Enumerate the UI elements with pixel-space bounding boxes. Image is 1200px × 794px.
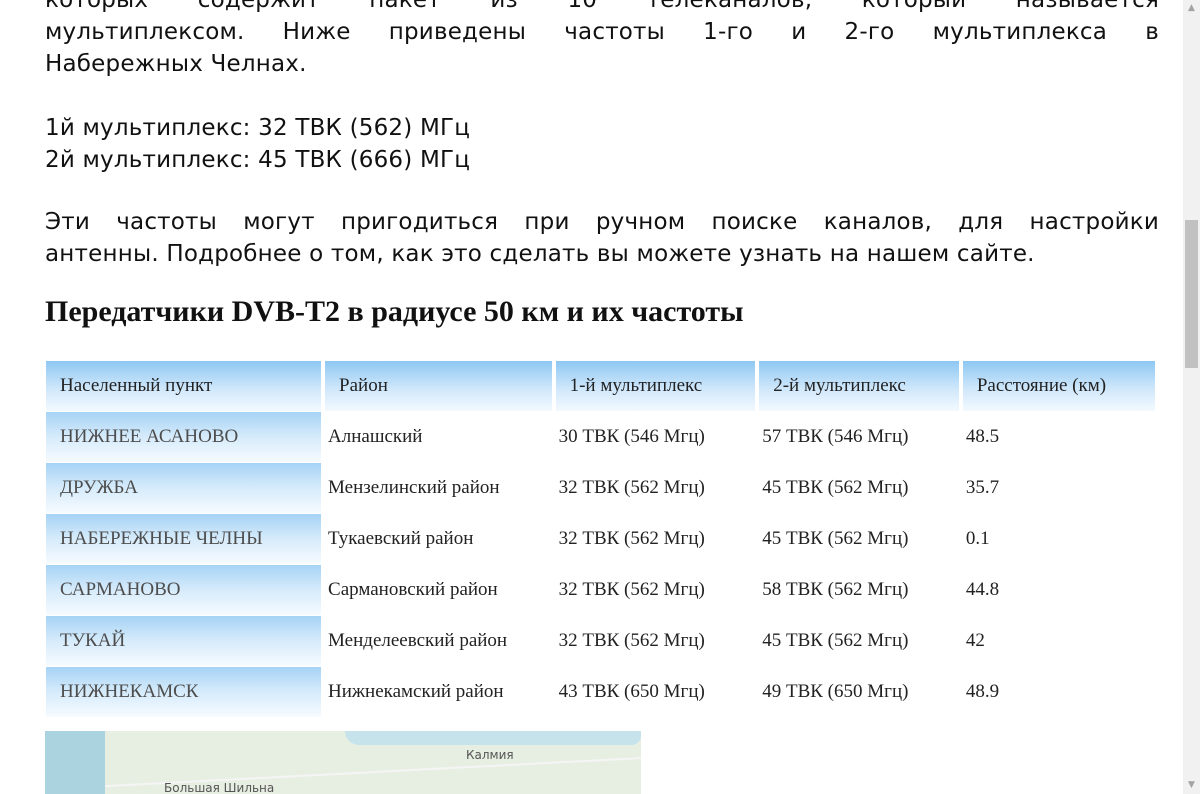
- intro-paragraph: которых содержит пакет из 10 телеканалов…: [45, 0, 1159, 80]
- section-heading: Передатчики DVB-T2 в радиусе 50 км и их …: [45, 295, 744, 328]
- map-water: [45, 731, 105, 794]
- mux1-cell: 32 ТВК (562 Мгц): [558, 630, 705, 651]
- town-link[interactable]: НИЖНЕКАМСК: [46, 667, 326, 717]
- header-town: Населенный пункт: [46, 361, 326, 411]
- table-row: НАБЕРЕЖНЫЕ ЧЕЛНЫ Тукаевский район 32 ТВК…: [46, 514, 1159, 564]
- town-link[interactable]: ДРУЖБА: [46, 463, 326, 513]
- distance-cell: 35.7: [965, 477, 1000, 498]
- table-row: ДРУЖБА Мензелинский район 32 ТВК (562 Мг…: [46, 463, 1159, 513]
- mux2-cell: 45 ТВК (562 Мгц): [762, 528, 909, 549]
- table-row: САРМАНОВО Сармановский район 32 ТВК (562…: [46, 565, 1159, 615]
- header-district: Район: [325, 361, 556, 411]
- town-link[interactable]: НИЖНЕЕ АСАНОВО: [46, 412, 326, 462]
- mux1-cell: 32 ТВК (562 Мгц): [558, 528, 705, 549]
- multiplex-list: 1й мультиплекс: 32 ТВК (562) МГц 2й муль…: [45, 112, 470, 176]
- vertical-scrollbar[interactable]: ▲ ▼: [1183, 0, 1200, 794]
- table-header-row: Населенный пункт Район 1-й мультиплекс 2…: [46, 361, 1159, 411]
- map-label-kalmiya: Калмия: [466, 748, 514, 762]
- table-row: НИЖНЕКАМСК Нижнекамский район 43 ТВК (65…: [46, 667, 1159, 717]
- mux1-cell: 32 ТВК (562 Мгц): [558, 477, 705, 498]
- town-link[interactable]: НАБЕРЕЖНЫЕ ЧЕЛНЫ: [46, 514, 326, 564]
- distance-cell: 42: [965, 630, 985, 651]
- map-label-bolshaya-shilna: Большая Шильна: [164, 781, 275, 794]
- mux2-cell: 49 ТВК (650 Мгц): [762, 681, 909, 702]
- table-row: НИЖНЕЕ АСАНОВО Алнашский 30 ТВК (546 Мгц…: [46, 412, 1159, 462]
- multiplex-1-line: 1й мультиплекс: 32 ТВК (562) МГц: [45, 115, 471, 141]
- mux1-cell: 30 ТВК (546 Мгц): [558, 426, 705, 447]
- map-embed[interactable]: Калмия Большая Шильна: [45, 731, 641, 794]
- multiplex-2-line: 2й мультиплекс: 45 ТВК (666) МГц: [45, 147, 471, 173]
- intro-line-1: которых содержит пакет из 10 телеканалов…: [45, 0, 1159, 13]
- distance-cell: 48.5: [965, 426, 1000, 447]
- tuning-paragraph: Эти частоты могут пригодиться при ручном…: [45, 206, 1159, 270]
- district-cell: Нижнекамский район: [328, 681, 504, 702]
- distance-cell: 48.9: [965, 681, 1000, 702]
- transmitters-table: Населенный пункт Район 1-й мультиплекс 2…: [46, 360, 1159, 718]
- tuning-line-2: антенны. Подробнее о том, как это сделат…: [45, 241, 1035, 267]
- town-link[interactable]: САРМАНОВО: [46, 565, 326, 615]
- header-distance: Расстояние (км): [962, 361, 1159, 411]
- district-cell: Сармановский район: [328, 579, 498, 600]
- mux2-cell: 45 ТВК (562 Мгц): [762, 630, 909, 651]
- intro-line-2: мультиплексом. Ниже приведены частоты 1-…: [45, 19, 1159, 45]
- header-mux1: 1-й мультиплекс: [555, 361, 760, 411]
- distance-cell: 0.1: [965, 528, 990, 549]
- mux2-cell: 58 ТВК (562 Мгц): [762, 579, 909, 600]
- scroll-down-icon[interactable]: ▼: [1183, 777, 1200, 794]
- district-cell: Тукаевский район: [328, 528, 474, 549]
- district-cell: Менделеевский район: [328, 630, 508, 651]
- mux1-cell: 32 ТВК (562 Мгц): [558, 579, 705, 600]
- header-mux2: 2-й мультиплекс: [759, 361, 963, 411]
- scrollbar-thumb[interactable]: [1185, 220, 1198, 368]
- tuning-line-1: Эти частоты могут пригодиться при ручном…: [45, 209, 1159, 235]
- district-cell: Алнашский: [328, 426, 423, 447]
- mux2-cell: 45 ТВК (562 Мгц): [762, 477, 909, 498]
- intro-line-3: Набережных Челнах.: [45, 51, 307, 77]
- mux2-cell: 57 ТВК (546 Мгц): [762, 426, 909, 447]
- table-row: ТУКАЙ Менделеевский район 32 ТВК (562 Мг…: [46, 616, 1159, 666]
- map-river: [345, 731, 641, 745]
- mux1-cell: 43 ТВК (650 Мгц): [558, 681, 705, 702]
- distance-cell: 44.8: [965, 579, 1000, 600]
- scroll-up-icon[interactable]: ▲: [1183, 0, 1200, 17]
- district-cell: Мензелинский район: [328, 477, 500, 498]
- town-link[interactable]: ТУКАЙ: [46, 616, 326, 666]
